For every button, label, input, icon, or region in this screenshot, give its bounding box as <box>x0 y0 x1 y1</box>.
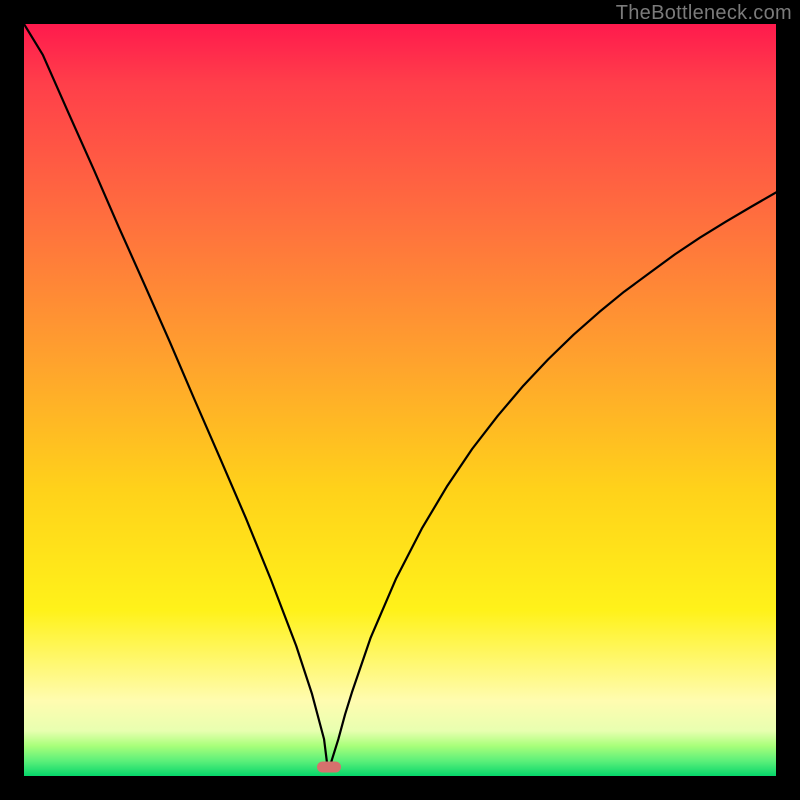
bottleneck-curve <box>24 24 776 776</box>
plot-area <box>24 24 776 776</box>
optimal-marker <box>317 761 341 772</box>
chart-frame: TheBottleneck.com <box>0 0 800 800</box>
watermark-text: TheBottleneck.com <box>616 2 792 25</box>
